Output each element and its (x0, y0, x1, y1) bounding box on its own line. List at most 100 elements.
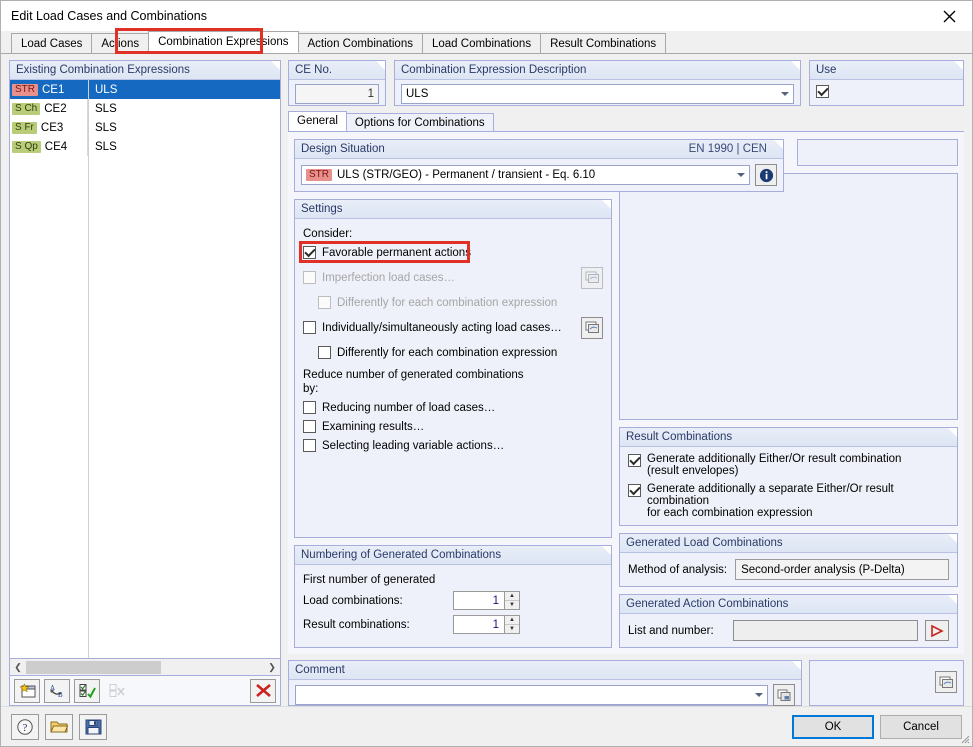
reducing-number-of-load-cases-checkbox[interactable] (303, 401, 316, 414)
scrollbar-track[interactable] (26, 659, 264, 675)
use-caption: Use (810, 61, 963, 80)
tab-general[interactable]: General (288, 111, 347, 131)
setting-reducing-number-of-load-cases[interactable]: Reducing number of load cases… (303, 401, 603, 414)
stepper-down-icon[interactable]: ▼ (505, 625, 519, 633)
result-combinations-stepper[interactable]: 1 ▲ ▼ (453, 615, 520, 634)
reduce-label-line1: Reduce number of generated combinations (303, 369, 524, 381)
individually-simultaneously-checkbox[interactable] (303, 321, 316, 334)
chevron-down-icon[interactable] (755, 693, 763, 697)
method-of-analysis-row: Method of analysis: Second-order analysi… (628, 559, 949, 580)
method-of-analysis-label: Method of analysis: (628, 563, 728, 576)
table-row[interactable]: S Fr CE3 SLS (10, 118, 280, 137)
individually-differently-checkbox[interactable] (318, 346, 331, 359)
list-and-number-row: List and number: (628, 620, 949, 641)
setting-selecting-leading-variable-actions[interactable]: Selecting leading variable actions… (303, 439, 603, 452)
settings-caption: Settings (295, 200, 611, 219)
chevron-down-icon[interactable] (781, 92, 789, 96)
favorable-permanent-actions-checkbox[interactable] (303, 246, 316, 259)
result-combination-option-1[interactable]: Generate additionally Either/Or result c… (628, 453, 949, 477)
layers-icon (585, 321, 599, 333)
list-column-divider (88, 80, 89, 658)
delete-button[interactable] (250, 678, 276, 703)
consider-label: Consider: (303, 228, 353, 240)
use-checkbox[interactable] (816, 85, 829, 98)
comment-picker-button[interactable] (773, 684, 795, 706)
either-or-result-combination-checkbox[interactable] (628, 454, 641, 467)
close-button[interactable] (926, 1, 972, 31)
separate-either-or-result-combination-checkbox[interactable] (628, 484, 641, 497)
stepper-up-icon[interactable]: ▲ (505, 616, 519, 625)
rename-button[interactable]: A B (44, 678, 70, 703)
tab-result-combinations[interactable]: Result Combinations (540, 33, 667, 53)
scroll-right-button[interactable]: ❯ (264, 660, 280, 675)
help-button[interactable]: ? (11, 713, 39, 740)
method-of-analysis-select[interactable]: Second-order analysis (P-Delta) (735, 559, 949, 580)
general-left-column: EN 1990 | CEN Design Situation STR ULS (… (294, 139, 784, 648)
row-number: CE4 (44, 140, 68, 153)
result-combination-option-2[interactable]: Generate additionally a separate Either/… (628, 483, 949, 519)
setting-label: Individually/simultaneously acting load … (322, 321, 562, 334)
stepper-buttons[interactable]: ▲ ▼ (505, 591, 520, 610)
list-horizontal-scrollbar[interactable]: ❮ ❯ (9, 659, 281, 676)
select-all-button[interactable] (74, 678, 100, 703)
ce-no-group: CE No. 1 (288, 60, 386, 106)
existing-expressions-list[interactable]: STR CE1 ULS S Ch CE2 SLS S Fr CE3 SLS S … (9, 80, 281, 659)
ok-button[interactable]: OK (792, 714, 874, 739)
design-situation-info-button[interactable] (755, 164, 777, 186)
scrollbar-thumb[interactable] (26, 660, 161, 674)
stepper-down-icon[interactable]: ▼ (505, 601, 519, 609)
scroll-left-button[interactable]: ❮ (10, 660, 26, 675)
individually-simultaneously-picker-button[interactable] (581, 316, 603, 339)
stepper-up-icon[interactable]: ▲ (505, 592, 519, 601)
comment-group: Comment (288, 660, 802, 706)
load-combinations-number-row: Load combinations: 1 ▲ ▼ (303, 591, 603, 610)
design-situation-badge: S Qp (12, 140, 41, 153)
tab-combination-expressions[interactable]: Combination Expressions (148, 31, 299, 53)
window-title: Edit Load Cases and Combinations (11, 9, 207, 23)
table-row[interactable]: S Ch CE2 SLS (10, 99, 280, 118)
dialog-footer: ? OK Cancel (1, 706, 972, 746)
setting-examining-results[interactable]: Examining results… (303, 420, 603, 433)
comment-side-button[interactable] (935, 671, 957, 693)
checkbox-clear-icon (109, 684, 125, 697)
tab-actions[interactable]: Actions (91, 33, 150, 53)
stepper-buttons[interactable]: ▲ ▼ (505, 615, 520, 634)
load-combinations-stepper[interactable]: 1 ▲ ▼ (453, 591, 520, 610)
setting-individually-simultaneously[interactable]: Individually/simultaneously acting load … (303, 321, 581, 334)
tab-load-combinations[interactable]: Load Combinations (421, 33, 542, 53)
examining-results-checkbox[interactable] (303, 420, 316, 433)
red-x-icon (255, 684, 271, 697)
list-and-number-input[interactable] (733, 620, 918, 641)
design-situation-badge: S Fr (12, 121, 37, 134)
tab-load-cases[interactable]: Load Cases (11, 33, 93, 53)
setting-favorable-permanent-actions[interactable]: Favorable permanent actions (303, 246, 603, 259)
new-combination-expression-button[interactable] (14, 678, 40, 703)
method-of-analysis-value: Second-order analysis (P-Delta) (741, 563, 905, 576)
load-combinations-value[interactable]: 1 (453, 591, 505, 610)
list-and-number-go-button[interactable] (925, 620, 949, 641)
svg-text:?: ? (23, 722, 28, 734)
generated-action-combinations-group: Generated Action Combinations List and n… (619, 594, 958, 648)
table-row[interactable]: STR CE1 ULS (10, 80, 280, 99)
tab-options-for-combinations[interactable]: Options for Combinations (345, 113, 494, 131)
chevron-down-icon[interactable] (737, 173, 745, 177)
open-button[interactable] (45, 713, 73, 740)
design-situation-select[interactable]: STR ULS (STR/GEO) - Permanent / transien… (301, 165, 750, 185)
cancel-button[interactable]: Cancel (880, 714, 962, 739)
numbering-intro: First number of generated (303, 574, 436, 586)
tab-action-combinations[interactable]: Action Combinations (297, 33, 423, 53)
description-value: ULS (406, 88, 429, 100)
resize-grip-icon[interactable] (958, 732, 970, 744)
table-row[interactable]: S Qp CE4 SLS (10, 137, 280, 156)
setting-individually-differently[interactable]: Differently for each combination express… (318, 346, 603, 359)
row-description: ULS (95, 83, 118, 96)
save-button[interactable] (79, 713, 107, 740)
reduce-label-line2: by: (303, 383, 319, 395)
description-input[interactable]: ULS (401, 84, 794, 104)
imperfection-load-cases-checkbox (303, 271, 316, 284)
comment-input[interactable] (295, 685, 768, 705)
selecting-leading-variable-actions-checkbox[interactable] (303, 439, 316, 452)
setting-label: Reducing number of load cases… (322, 401, 496, 414)
row-description: SLS (95, 121, 117, 134)
result-combinations-value[interactable]: 1 (453, 615, 505, 634)
